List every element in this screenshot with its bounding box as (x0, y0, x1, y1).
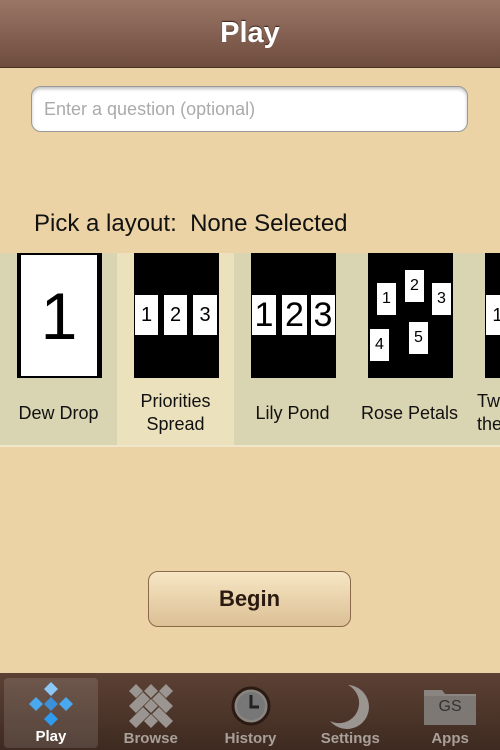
card-slot: 1 (21, 255, 97, 376)
layout-label: Rose Petals (360, 402, 459, 423)
card-slot: 2 (282, 295, 307, 335)
diamond-cross-icon (28, 680, 74, 728)
tab-label: Settings (320, 730, 380, 747)
layout-label: Lily Pond (255, 402, 330, 423)
layout-dew-drop[interactable]: 1 Dew Drop (0, 253, 117, 445)
layout-preview: 1 2 3 (134, 253, 219, 378)
tab-apps[interactable]: GS Apps (400, 673, 500, 750)
layout-label: Tw the (477, 391, 500, 434)
page-title: Play (220, 17, 280, 49)
card-slot: 3 (311, 295, 335, 335)
folder-icon: GS (423, 682, 477, 730)
layout-carousel[interactable]: 1 Dew Drop 1 2 3 Priorities Spread 1 2 3… (0, 253, 500, 447)
nav-bar: Play (0, 0, 500, 68)
card-slot: 5 (409, 322, 428, 354)
tab-browse[interactable]: Browse (101, 673, 201, 750)
layout-selection: Pick a layout: None Selected (34, 210, 348, 238)
tab-play[interactable]: Play (4, 678, 98, 748)
card-slot: 1 (377, 283, 396, 315)
tab-label: History (224, 730, 277, 747)
layout-preview: 1 (485, 253, 500, 378)
tab-bar: Play Browse History Settings GS Apps (0, 673, 500, 750)
clock-icon (230, 682, 272, 730)
tab-history[interactable]: History (201, 673, 301, 750)
layout-preview: 1 2 3 (251, 253, 336, 378)
selected-layout: None Selected (190, 210, 348, 237)
layout-partial[interactable]: 1 Tw the (468, 253, 500, 445)
card-slot: 3 (432, 283, 451, 315)
layout-lily-pond[interactable]: 1 2 3 Lily Pond (234, 253, 351, 445)
pick-label: Pick a layout: (34, 210, 177, 237)
diamond-grid-icon (128, 682, 174, 730)
question-input[interactable] (31, 86, 468, 132)
tab-label: Play (35, 728, 67, 745)
card-slot: 2 (405, 270, 424, 302)
folder-label: GS (438, 698, 462, 715)
card-slot: 2 (164, 295, 187, 335)
tab-settings[interactable]: Settings (300, 673, 400, 750)
layout-preview: 1 2 3 4 5 (368, 253, 453, 378)
layout-preview: 1 (17, 253, 102, 378)
layout-label: Priorities Spread (140, 391, 211, 434)
tab-label: Apps (431, 730, 469, 747)
moon-icon (328, 682, 372, 730)
tab-label: Browse (123, 730, 178, 747)
layout-priorities-spread[interactable]: 1 2 3 Priorities Spread (117, 253, 234, 445)
layout-rose-petals[interactable]: 1 2 3 4 5 Rose Petals (351, 253, 468, 445)
layout-label: Dew Drop (18, 402, 99, 423)
begin-button[interactable]: Begin (148, 571, 351, 627)
card-slot: 1 (135, 295, 158, 335)
card-slot: 3 (193, 295, 217, 335)
card-slot: 1 (252, 295, 276, 335)
card-slot: 1 (486, 295, 500, 335)
card-slot: 4 (370, 329, 389, 361)
